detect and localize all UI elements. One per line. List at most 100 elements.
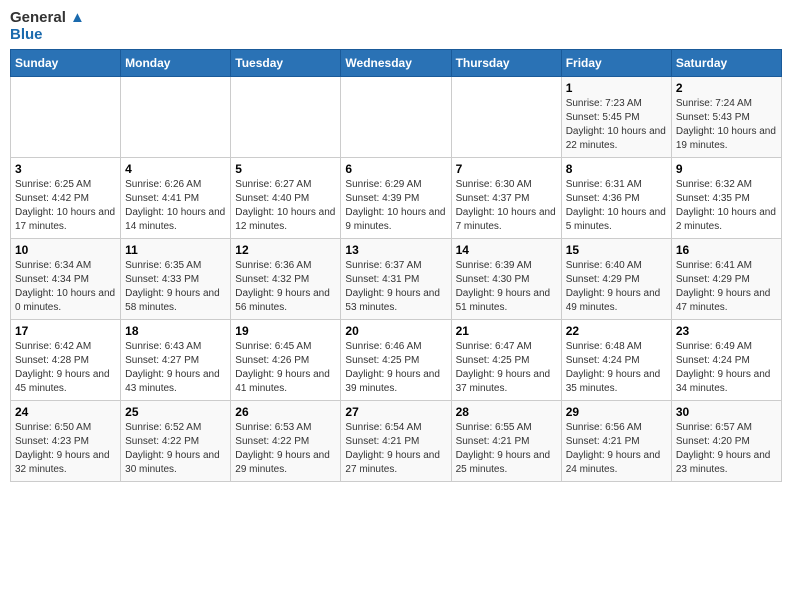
calendar-cell: 9 Sunrise: 6:32 AM Sunset: 4:35 PM Daylig…	[671, 158, 781, 239]
day-info: Sunrise: 6:53 AM Sunset: 4:22 PM Dayligh…	[235, 421, 336, 477]
day-number: 8	[566, 162, 667, 176]
calendar-cell: 26 Sunrise: 6:53 AM Sunset: 4:22 PM Dayli…	[231, 401, 341, 482]
day-number: 21	[456, 324, 557, 338]
header-thursday: Thursday	[451, 50, 561, 77]
calendar-cell: 15 Sunrise: 6:40 AM Sunset: 4:29 PM Dayli…	[561, 239, 671, 320]
calendar-cell: 27 Sunrise: 6:54 AM Sunset: 4:21 PM Dayli…	[341, 401, 451, 482]
calendar-cell: 13 Sunrise: 6:37 AM Sunset: 4:31 PM Dayli…	[341, 239, 451, 320]
day-number: 4	[125, 162, 226, 176]
day-number: 28	[456, 405, 557, 419]
calendar-cell: 4Sunrise: 6:26 AM Sunset: 4:41 PM Daylig…	[121, 158, 231, 239]
day-number: 16	[676, 243, 777, 257]
day-info: Sunrise: 6:55 AM Sunset: 4:21 PM Dayligh…	[456, 421, 557, 477]
calendar-cell: 17 Sunrise: 6:42 AM Sunset: 4:28 PM Dayli…	[11, 320, 121, 401]
calendar-cell: 18 Sunrise: 6:43 AM Sunset: 4:27 PM Dayli…	[121, 320, 231, 401]
calendar-cell: 28 Sunrise: 6:55 AM Sunset: 4:21 PM Dayli…	[451, 401, 561, 482]
calendar-cell: 22 Sunrise: 6:48 AM Sunset: 4:24 PM Dayli…	[561, 320, 671, 401]
day-info: Sunrise: 6:30 AM Sunset: 4:37 PM Dayligh…	[456, 178, 557, 234]
day-info: Sunrise: 6:41 AM Sunset: 4:29 PM Dayligh…	[676, 259, 777, 315]
day-info: Sunrise: 7:23 AM Sunset: 5:45 PM Dayligh…	[566, 97, 667, 153]
day-number: 30	[676, 405, 777, 419]
calendar-cell: 14 Sunrise: 6:39 AM Sunset: 4:30 PM Dayli…	[451, 239, 561, 320]
day-number: 19	[235, 324, 336, 338]
day-number: 11	[125, 243, 226, 257]
day-number: 6	[345, 162, 446, 176]
day-number: 7	[456, 162, 557, 176]
calendar-cell: 21 Sunrise: 6:47 AM Sunset: 4:25 PM Dayli…	[451, 320, 561, 401]
day-number: 23	[676, 324, 777, 338]
day-number: 24	[15, 405, 116, 419]
day-number: 27	[345, 405, 446, 419]
calendar-week-5: 24 Sunrise: 6:50 AM Sunset: 4:23 PM Dayli…	[11, 401, 782, 482]
logo-general: General ▲	[10, 10, 85, 27]
day-info: Sunrise: 6:34 AM Sunset: 4:34 PM Dayligh…	[15, 259, 116, 315]
calendar-week-4: 17 Sunrise: 6:42 AM Sunset: 4:28 PM Dayli…	[11, 320, 782, 401]
day-info: Sunrise: 6:27 AM Sunset: 4:40 PM Dayligh…	[235, 178, 336, 234]
day-number: 3	[15, 162, 116, 176]
day-number: 26	[235, 405, 336, 419]
day-info: Sunrise: 6:56 AM Sunset: 4:21 PM Dayligh…	[566, 421, 667, 477]
calendar-week-3: 10 Sunrise: 6:34 AM Sunset: 4:34 PM Dayli…	[11, 239, 782, 320]
day-info: Sunrise: 6:47 AM Sunset: 4:25 PM Dayligh…	[456, 340, 557, 396]
calendar-cell: 30 Sunrise: 6:57 AM Sunset: 4:20 PM Dayli…	[671, 401, 781, 482]
day-info: Sunrise: 6:37 AM Sunset: 4:31 PM Dayligh…	[345, 259, 446, 315]
calendar-cell	[11, 77, 121, 158]
header-wednesday: Wednesday	[341, 50, 451, 77]
calendar-cell: 12 Sunrise: 6:36 AM Sunset: 4:32 PM Dayli…	[231, 239, 341, 320]
day-number: 22	[566, 324, 667, 338]
day-number: 17	[15, 324, 116, 338]
day-info: Sunrise: 6:49 AM Sunset: 4:24 PM Dayligh…	[676, 340, 777, 396]
day-info: Sunrise: 6:25 AM Sunset: 4:42 PM Dayligh…	[15, 178, 116, 234]
calendar-cell	[231, 77, 341, 158]
logo: General ▲ Blue	[10, 10, 85, 43]
day-info: Sunrise: 6:54 AM Sunset: 4:21 PM Dayligh…	[345, 421, 446, 477]
day-number: 5	[235, 162, 336, 176]
calendar-cell: 7 Sunrise: 6:30 AM Sunset: 4:37 PM Daylig…	[451, 158, 561, 239]
day-info: Sunrise: 6:48 AM Sunset: 4:24 PM Dayligh…	[566, 340, 667, 396]
day-info: Sunrise: 6:50 AM Sunset: 4:23 PM Dayligh…	[15, 421, 116, 477]
calendar-cell	[341, 77, 451, 158]
day-info: Sunrise: 6:36 AM Sunset: 4:32 PM Dayligh…	[235, 259, 336, 315]
day-info: Sunrise: 6:40 AM Sunset: 4:29 PM Dayligh…	[566, 259, 667, 315]
day-number: 15	[566, 243, 667, 257]
calendar-cell: 10 Sunrise: 6:34 AM Sunset: 4:34 PM Dayli…	[11, 239, 121, 320]
day-number: 9	[676, 162, 777, 176]
day-number: 10	[15, 243, 116, 257]
day-info: Sunrise: 6:43 AM Sunset: 4:27 PM Dayligh…	[125, 340, 226, 396]
calendar-cell: 29Sunrise: 6:56 AM Sunset: 4:21 PM Dayli…	[561, 401, 671, 482]
day-number: 25	[125, 405, 226, 419]
header-monday: Monday	[121, 50, 231, 77]
day-info: Sunrise: 6:57 AM Sunset: 4:20 PM Dayligh…	[676, 421, 777, 477]
day-number: 12	[235, 243, 336, 257]
day-number: 18	[125, 324, 226, 338]
header-sunday: Sunday	[11, 50, 121, 77]
day-info: Sunrise: 6:46 AM Sunset: 4:25 PM Dayligh…	[345, 340, 446, 396]
calendar-cell: 20 Sunrise: 6:46 AM Sunset: 4:25 PM Dayli…	[341, 320, 451, 401]
calendar-cell: 3 Sunrise: 6:25 AM Sunset: 4:42 PM Daylig…	[11, 158, 121, 239]
day-info: Sunrise: 6:42 AM Sunset: 4:28 PM Dayligh…	[15, 340, 116, 396]
day-number: 13	[345, 243, 446, 257]
calendar-header-row: SundayMondayTuesdayWednesdayThursdayFrid…	[11, 50, 782, 77]
day-info: Sunrise: 6:31 AM Sunset: 4:36 PM Dayligh…	[566, 178, 667, 234]
logo-blue: ▲	[66, 9, 85, 26]
day-number: 20	[345, 324, 446, 338]
calendar-table: SundayMondayTuesdayWednesdayThursdayFrid…	[10, 49, 782, 482]
calendar-week-1: 1 Sunrise: 7:23 AM Sunset: 5:45 PM Daylig…	[11, 77, 782, 158]
calendar-cell: 19Sunrise: 6:45 AM Sunset: 4:26 PM Dayli…	[231, 320, 341, 401]
calendar-week-2: 3 Sunrise: 6:25 AM Sunset: 4:42 PM Daylig…	[11, 158, 782, 239]
day-info: Sunrise: 6:39 AM Sunset: 4:30 PM Dayligh…	[456, 259, 557, 315]
calendar-cell: 5 Sunrise: 6:27 AM Sunset: 4:40 PM Daylig…	[231, 158, 341, 239]
calendar-cell: 2Sunrise: 7:24 AM Sunset: 5:43 PM Daylig…	[671, 77, 781, 158]
day-number: 14	[456, 243, 557, 257]
header-saturday: Saturday	[671, 50, 781, 77]
calendar-cell	[451, 77, 561, 158]
day-info: Sunrise: 7:24 AM Sunset: 5:43 PM Dayligh…	[676, 97, 777, 153]
day-info: Sunrise: 6:52 AM Sunset: 4:22 PM Dayligh…	[125, 421, 226, 477]
day-info: Sunrise: 6:35 AM Sunset: 4:33 PM Dayligh…	[125, 259, 226, 315]
calendar-cell	[121, 77, 231, 158]
calendar-cell: 8 Sunrise: 6:31 AM Sunset: 4:36 PM Daylig…	[561, 158, 671, 239]
day-number: 1	[566, 81, 667, 95]
calendar-cell: 1 Sunrise: 7:23 AM Sunset: 5:45 PM Daylig…	[561, 77, 671, 158]
day-info: Sunrise: 6:32 AM Sunset: 4:35 PM Dayligh…	[676, 178, 777, 234]
calendar-cell: 25 Sunrise: 6:52 AM Sunset: 4:22 PM Dayli…	[121, 401, 231, 482]
